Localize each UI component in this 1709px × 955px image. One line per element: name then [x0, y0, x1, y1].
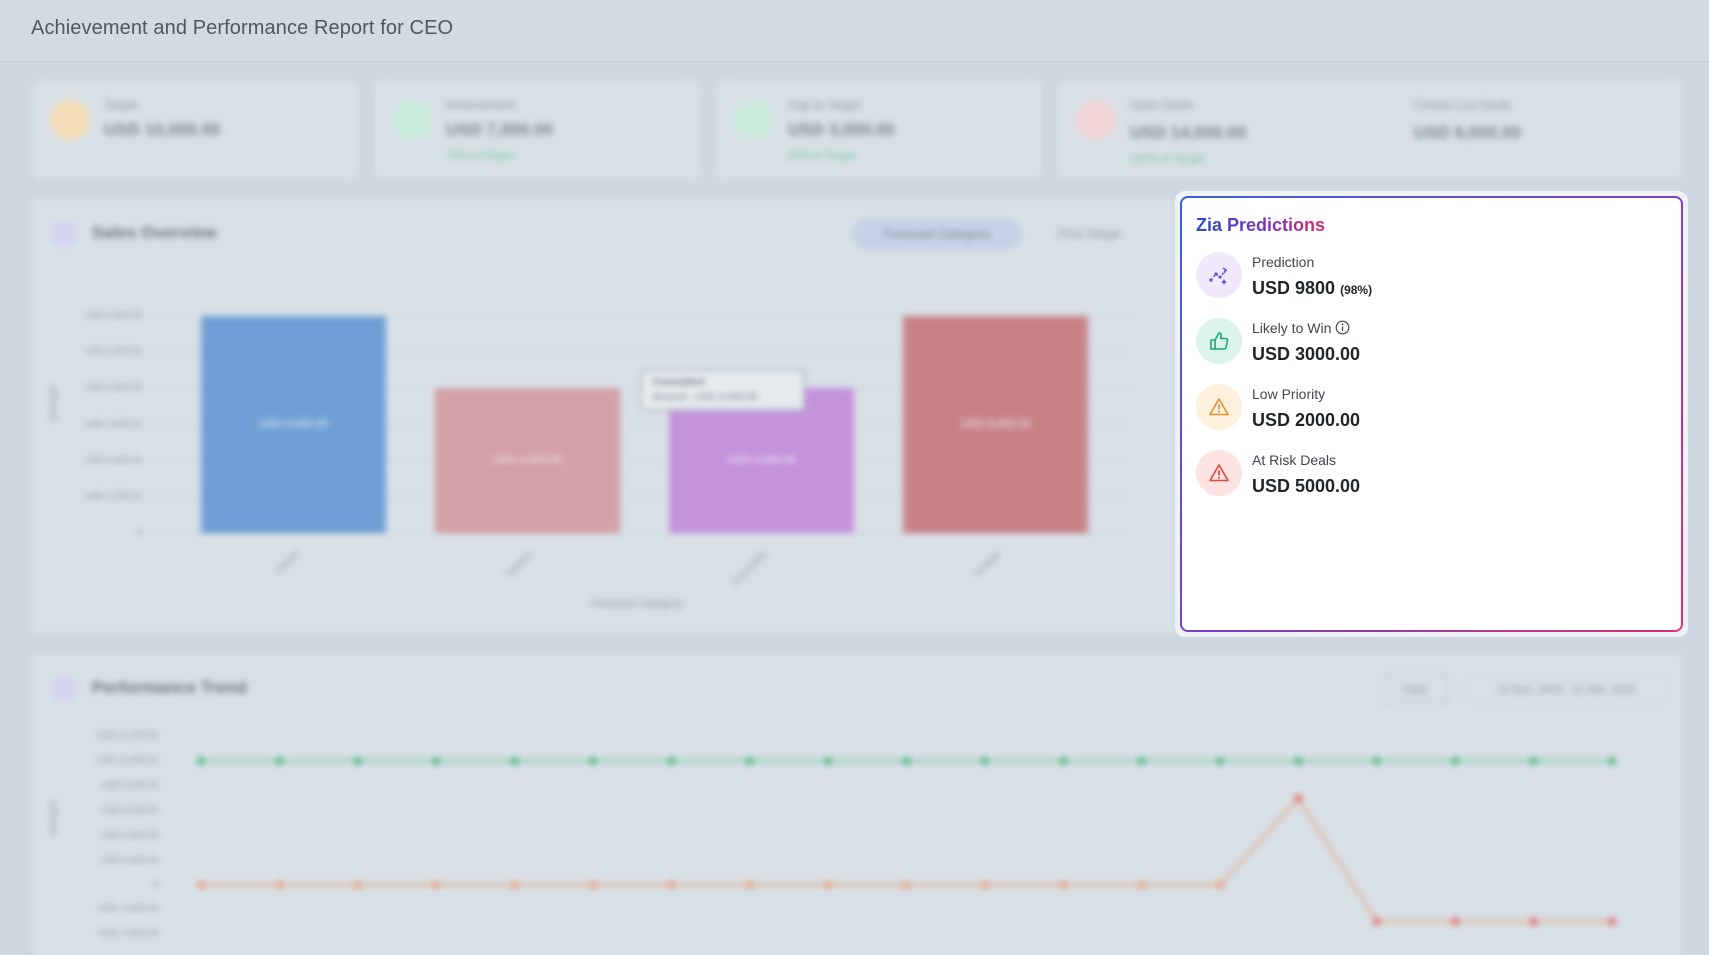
series-point: [824, 881, 833, 889]
alert-icon: [1196, 450, 1242, 496]
series-point: [353, 757, 362, 765]
zia-item-value: USD 5000.00: [1252, 476, 1361, 496]
series-point: [588, 881, 597, 889]
series-point: [353, 881, 362, 889]
zia-item-label: Prediction: [1252, 254, 1315, 270]
thumbs-up-icon: [1196, 318, 1242, 364]
series-point: [745, 757, 754, 765]
series-point: [1608, 757, 1616, 765]
series-point: [902, 757, 911, 765]
series-point: [432, 881, 441, 889]
series-point: [745, 881, 754, 889]
zia-item-label: Likely to Win: [1252, 320, 1350, 338]
series-point: [1372, 917, 1381, 926]
series-point: [980, 757, 989, 765]
trend-prediction-icon: [1196, 252, 1242, 298]
series-point: [275, 757, 284, 765]
series-point: [197, 757, 205, 765]
series-line: [201, 796, 1612, 923]
series-point: [980, 881, 989, 889]
series-point: [667, 757, 676, 765]
series-point: [1137, 757, 1146, 765]
series-point: [1216, 881, 1225, 889]
series-point: [1216, 757, 1225, 765]
series-point: [197, 881, 205, 889]
zia-predictions-panel: Zia Predictions Prediction USD 9800 (98%…: [1180, 196, 1683, 632]
series-point: [275, 881, 284, 889]
series-point: [510, 757, 519, 765]
zia-title: Zia Predictions: [1196, 215, 1326, 235]
series-point: [1451, 917, 1460, 926]
zia-predictions-container: Zia Predictions Prediction USD 9800 (98%…: [1175, 191, 1688, 637]
zia-item-value: USD 3000.00: [1252, 344, 1361, 364]
zia-item-value: USD 9800 (98%): [1252, 278, 1372, 299]
zia-value-amount: USD 9800: [1252, 278, 1336, 298]
series-point: [824, 757, 833, 765]
zia-item-label: Low Priority: [1252, 386, 1326, 402]
zia-item-value: USD 2000.00: [1252, 410, 1361, 430]
zia-item-low-priority: Low Priority USD 2000.00: [1196, 384, 1676, 434]
zia-value-percent: (98%): [1340, 283, 1373, 297]
series-point: [667, 881, 676, 889]
series-point: [1529, 917, 1538, 926]
info-icon[interactable]: [1335, 320, 1350, 338]
zia-item-at-risk: At Risk Deals USD 5000.00: [1196, 450, 1676, 500]
zia-item-label: At Risk Deals: [1252, 452, 1337, 468]
series-point: [1529, 757, 1538, 765]
zia-item-prediction: Prediction USD 9800 (98%): [1196, 252, 1676, 302]
series-point: [1294, 757, 1303, 765]
series-point: [1137, 881, 1146, 889]
likely-to-win-label: Likely to Win: [1252, 320, 1332, 336]
series-point: [510, 881, 519, 889]
warning-icon: [1196, 384, 1242, 430]
series-point: [1059, 757, 1068, 765]
series-point: [1608, 917, 1616, 926]
series-point: [1059, 881, 1068, 889]
series-point: [432, 757, 441, 765]
zia-item-likely-to-win: Likely to Win USD 3000.00: [1196, 318, 1676, 368]
series-point: [902, 881, 911, 889]
series-point: [588, 757, 597, 765]
series-point: [1451, 757, 1460, 765]
series-point: [1294, 794, 1303, 803]
series-point: [1372, 757, 1381, 765]
